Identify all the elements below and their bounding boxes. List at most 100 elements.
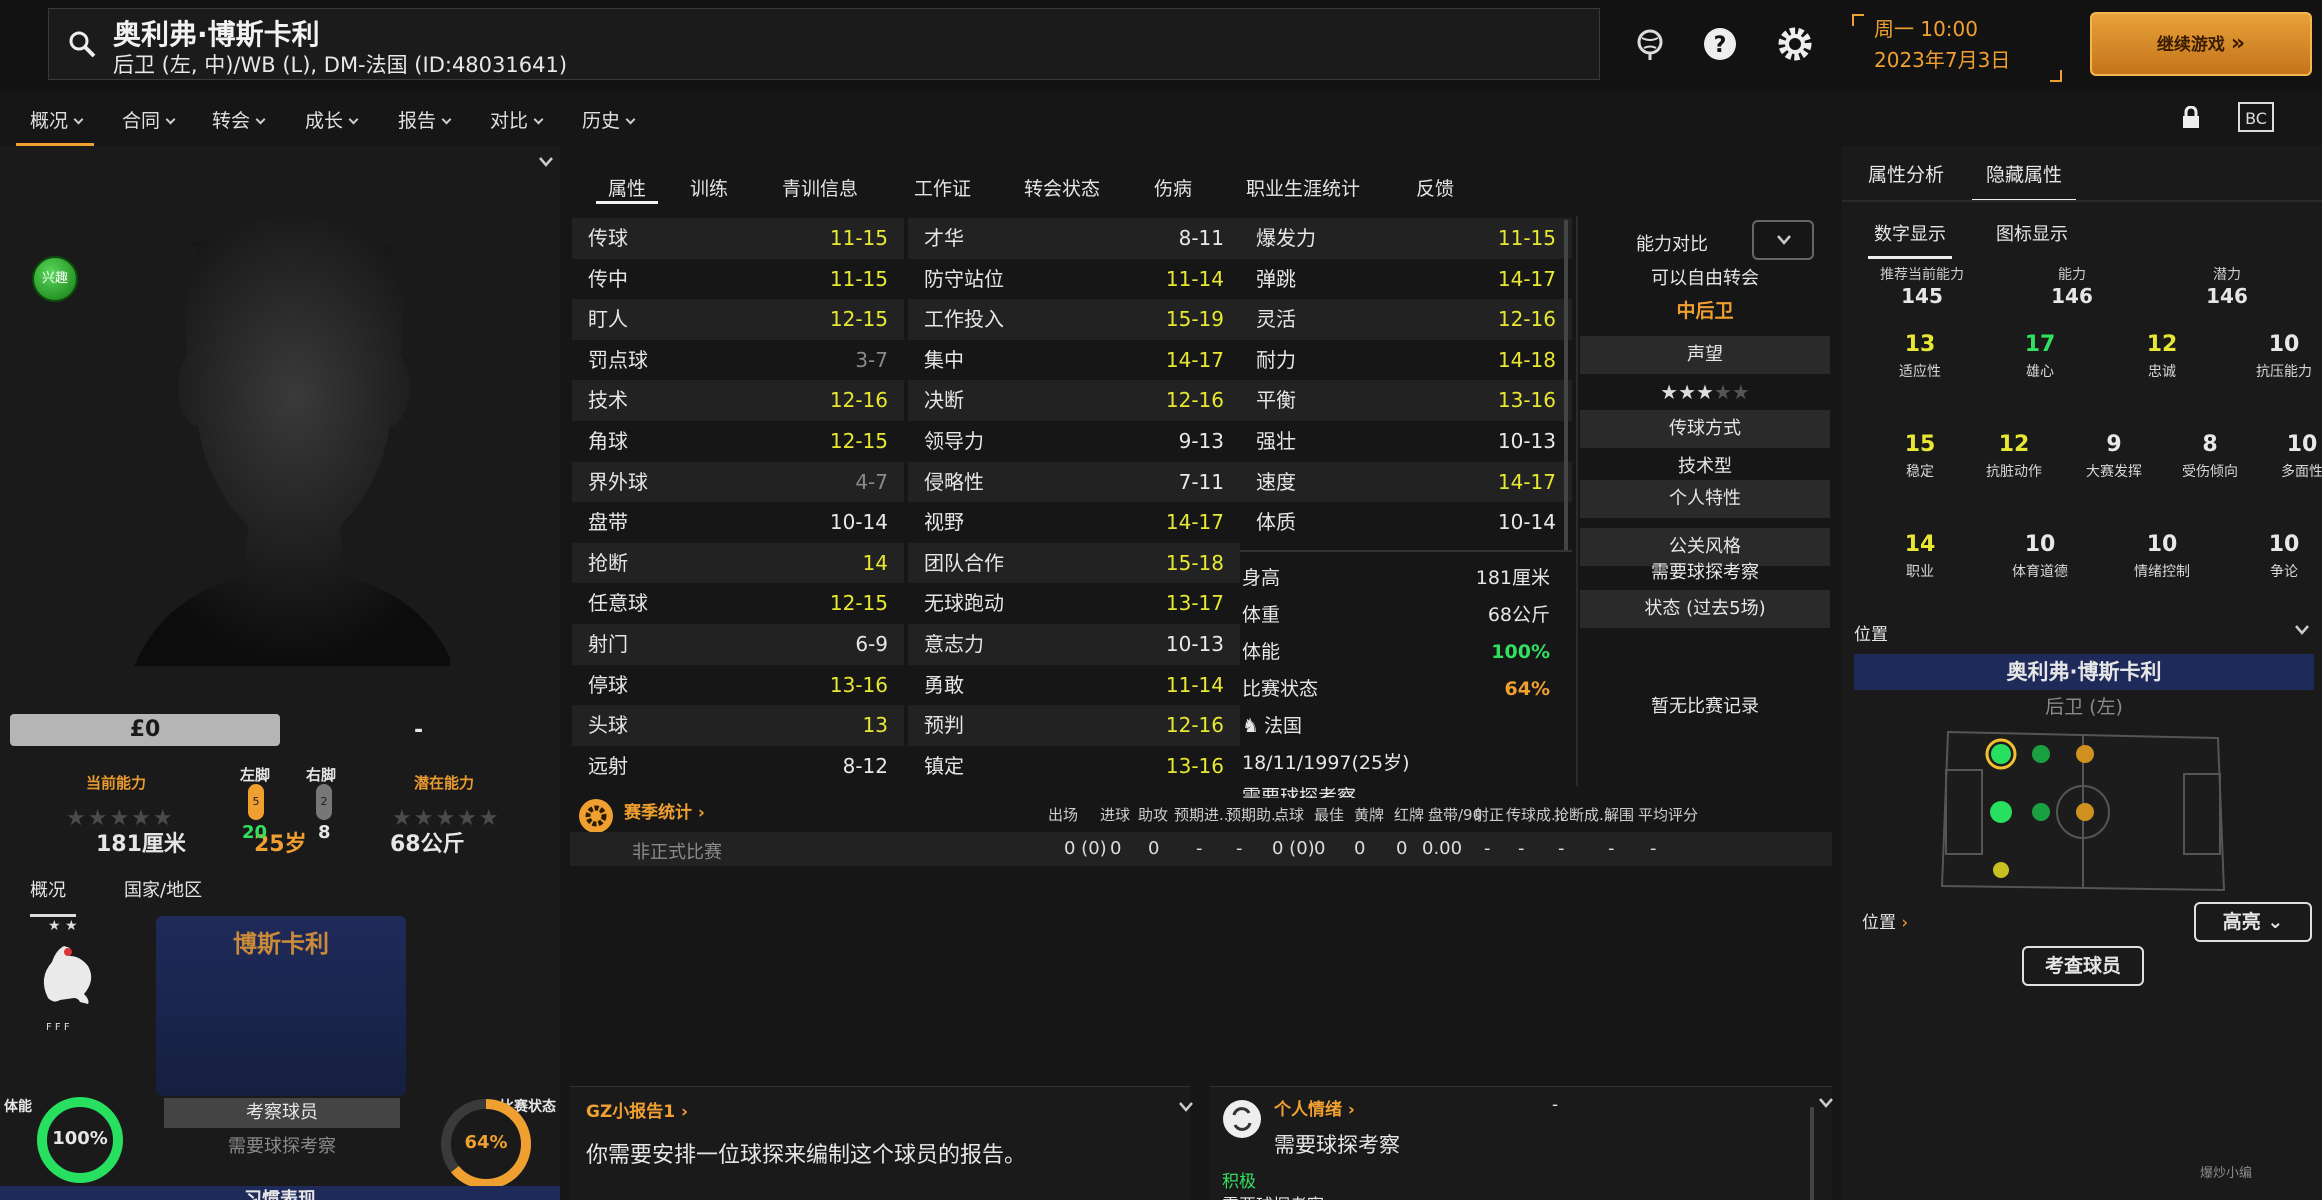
attr-row[interactable]: 灵活 12-16 — [1240, 299, 1572, 340]
menu-reports[interactable]: 报告 — [398, 106, 452, 133]
help-icon[interactable]: ? — [1700, 24, 1740, 64]
tab-attribute-analysis[interactable]: 属性分析 — [1868, 160, 1944, 187]
club-card[interactable]: 博斯卡利 — [156, 916, 406, 1096]
menu-contract[interactable]: 合同 — [122, 106, 176, 133]
hidden-attr[interactable]: 14 职业 — [1870, 532, 1970, 581]
compare-dropdown[interactable] — [1752, 220, 1814, 260]
value-pill[interactable]: £0 — [10, 714, 280, 746]
emotion-link[interactable]: 个人情绪 › — [1274, 1095, 1355, 1120]
settings-icon[interactable] — [1775, 24, 1815, 64]
hidden-attr[interactable]: 10 情绪控制 — [2112, 532, 2212, 581]
attr-row[interactable]: 速度 14-17 — [1240, 461, 1572, 503]
attr-value: 14 — [862, 550, 888, 575]
hidden-attr[interactable]: 12 抗脏动作 — [1964, 432, 2064, 481]
player-search-bar[interactable]: 奥利弗·博斯卡利 后卫 (左, 中)/WB (L), DM-法国 (ID:480… — [48, 8, 1600, 80]
highlight-dropdown[interactable]: 高亮 ⌄ — [2194, 902, 2312, 942]
continue-button[interactable]: 继续游戏 » — [2090, 12, 2312, 76]
scout-player-button[interactable]: 考查球员 — [2022, 946, 2144, 986]
attr-row[interactable]: 防守站位 11-14 — [908, 259, 1240, 300]
attr-row[interactable]: 耐力 14-18 — [1240, 340, 1572, 381]
tab-training[interactable]: 训练 — [690, 174, 728, 201]
attr-row[interactable]: 镇定 13-16 — [908, 746, 1240, 787]
menu-transfer[interactable]: 转会 — [212, 106, 266, 133]
chevron-down-icon[interactable] — [1178, 1101, 1194, 1113]
attr-row[interactable]: 停球 13-16 — [572, 665, 904, 706]
attr-row[interactable]: 决断 12-16 — [908, 380, 1240, 421]
attr-row[interactable]: 射门 6-9 — [572, 623, 904, 665]
chevron-down-icon[interactable] — [2294, 624, 2310, 636]
attr-row[interactable]: 集中 14-17 — [908, 340, 1240, 381]
tab-numeric-view[interactable]: 数字显示 — [1868, 220, 1952, 259]
attr-row[interactable]: 团队合作 15-18 — [908, 542, 1240, 584]
attr-row[interactable]: 技术 12-16 — [572, 380, 904, 421]
attr-row[interactable]: 远射 8-12 — [572, 746, 904, 787]
attr-row[interactable]: 预判 12-16 — [908, 705, 1240, 746]
attr-row[interactable]: 意志力 10-13 — [908, 623, 1240, 665]
lock-icon[interactable] — [2180, 106, 2202, 130]
info-scrollbar[interactable] — [1564, 220, 1568, 550]
chevron-down-icon[interactable] — [538, 156, 554, 168]
attr-row[interactable]: 头球 13 — [572, 705, 904, 746]
attr-name: 停球 — [588, 672, 628, 697]
emotion-scrollbar[interactable] — [1810, 1107, 1814, 1200]
attr-row[interactable]: 弹跳 14-17 — [1240, 259, 1572, 300]
scout-player-button[interactable]: 考察球员 — [164, 1098, 400, 1128]
tab-transfer-status[interactable]: 转会状态 — [1024, 174, 1100, 201]
attr-row[interactable]: 勇敢 11-14 — [908, 665, 1240, 706]
hidden-attr[interactable]: 13 适应性 — [1870, 332, 1970, 381]
attr-row[interactable]: 角球 12-15 — [572, 421, 904, 462]
bc-icon[interactable]: BC — [2236, 100, 2276, 134]
attr-row[interactable]: 领导力 9-13 — [908, 421, 1240, 462]
menu-development[interactable]: 成长 — [305, 106, 359, 133]
attr-row[interactable]: 才华 8-11 — [908, 218, 1240, 259]
chevron-down-icon[interactable] — [1818, 1097, 1834, 1109]
season-stats-link[interactable]: 赛季统计 › — [624, 798, 705, 823]
attr-row[interactable]: 无球跑动 13-17 — [908, 583, 1240, 624]
tab-overview[interactable]: 概况 — [30, 876, 76, 917]
mood-badge[interactable]: 兴趣 — [32, 256, 78, 302]
menu-overview[interactable]: 概况 — [16, 106, 95, 146]
hidden-attr[interactable]: 8 受伤倾向 — [2160, 432, 2260, 481]
tab-hidden-attributes[interactable]: 隐藏属性 — [1972, 160, 2077, 202]
stats-gear-icon[interactable] — [578, 798, 614, 834]
attr-row[interactable]: 传中 11-15 — [572, 259, 904, 300]
hidden-attr[interactable]: 17 雄心 — [1990, 332, 2090, 381]
globe-icon[interactable] — [1630, 24, 1670, 64]
menu-compare[interactable]: 对比 — [490, 106, 544, 133]
report-link[interactable]: GZ小报告1 › — [586, 1097, 688, 1122]
tab-attributes[interactable]: 属性 — [596, 174, 659, 204]
attr-row[interactable]: 体质 10-14 — [1240, 502, 1572, 543]
tab-nation[interactable]: 国家/地区 — [124, 876, 202, 902]
tab-feedback[interactable]: 反馈 — [1416, 174, 1454, 201]
attr-row[interactable]: 侵略性 7-11 — [908, 461, 1240, 503]
tab-work-permit[interactable]: 工作证 — [914, 174, 971, 201]
attr-row[interactable]: 任意球 12-15 — [572, 583, 904, 624]
attr-row[interactable]: 平衡 13-16 — [1240, 380, 1572, 421]
tab-icon-view[interactable]: 图标显示 — [1996, 220, 2068, 246]
attr-row[interactable]: 视野 14-17 — [908, 502, 1240, 543]
attr-row[interactable]: 抢断 14 — [572, 542, 904, 584]
hidden-attr[interactable]: 10 体育道德 — [1990, 532, 2090, 581]
search-icon[interactable] — [67, 29, 97, 59]
hidden-attr[interactable]: 10 多面性 — [2252, 432, 2322, 481]
hidden-attr[interactable]: 10 争论 — [2234, 532, 2322, 581]
hidden-attr[interactable]: 10 抗压能力 — [2234, 332, 2322, 381]
position-link[interactable]: 位置 › — [1862, 908, 1908, 933]
hidden-attr[interactable]: 12 忠诚 — [2112, 332, 2212, 381]
info-value: 法国 — [1264, 715, 1303, 737]
attr-row[interactable]: 盘带 10-14 — [572, 502, 904, 543]
tab-injuries[interactable]: 伤病 — [1154, 174, 1192, 201]
attr-row[interactable]: 强壮 10-13 — [1240, 421, 1572, 462]
attr-row[interactable]: 界外球 4-7 — [572, 461, 904, 503]
tab-youth[interactable]: 青训信息 — [782, 174, 858, 201]
attr-row[interactable]: 工作投入 15-19 — [908, 299, 1240, 340]
attr-row[interactable]: 盯人 12-15 — [572, 299, 904, 340]
hidden-attr[interactable]: 9 大赛发挥 — [2064, 432, 2164, 481]
attr-row[interactable]: 爆发力 11-15 — [1240, 218, 1572, 259]
menu-history[interactable]: 历史 — [582, 106, 636, 133]
tab-career-stats[interactable]: 职业生涯统计 — [1246, 174, 1360, 201]
main-menu: 概况 合同 转会 成长 报告 对比 历史 BC — [0, 92, 2322, 146]
hidden-attr[interactable]: 15 稳定 — [1870, 432, 1970, 481]
attr-row[interactable]: 传球 11-15 — [572, 218, 904, 259]
attr-row[interactable]: 罚点球 3-7 — [572, 340, 904, 381]
